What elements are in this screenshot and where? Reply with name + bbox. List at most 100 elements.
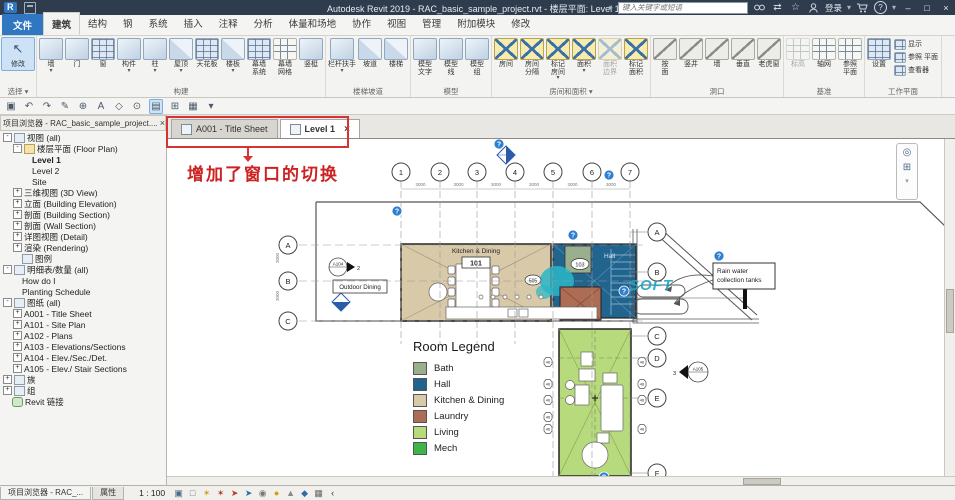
temporary-hide-icon[interactable]: ◉ bbox=[257, 488, 268, 499]
wall-button[interactable]: 墙 ▾ bbox=[38, 37, 64, 74]
view-scale[interactable]: 1 : 100 bbox=[139, 488, 165, 498]
file-tab[interactable]: 文件 bbox=[2, 14, 44, 35]
tree-item-a001-title-sheet[interactable]: + A001 - Title Sheet bbox=[0, 308, 166, 319]
text-icon[interactable]: A bbox=[95, 100, 107, 113]
horizontal-scroll-thumb[interactable] bbox=[743, 478, 781, 485]
search-expand-icon[interactable]: ▸ bbox=[609, 3, 613, 12]
ramp-button[interactable]: 坡道 bbox=[357, 37, 383, 69]
thin-lines-icon[interactable]: ▤ bbox=[149, 98, 163, 114]
tree-item-planting-schedule[interactable]: Planting Schedule bbox=[0, 286, 166, 297]
tree-item-how-do-i[interactable]: How do I bbox=[0, 275, 166, 286]
roof-button[interactable]: 屋顶 ▾ bbox=[168, 37, 194, 74]
view-tab-level-1[interactable]: Level 1 × bbox=[279, 119, 360, 138]
login-caret-icon[interactable]: ▾ bbox=[847, 3, 851, 12]
ribbon-group-label[interactable]: 基准 bbox=[785, 86, 863, 97]
ribbon-tab-协作[interactable]: 协作 bbox=[344, 12, 379, 35]
analytical-icon[interactable]: ▦ bbox=[313, 488, 324, 499]
ref-plane-button[interactable]: 参照 平面 bbox=[837, 37, 863, 76]
dormer-button[interactable]: 老虎窗 bbox=[756, 37, 782, 69]
expand-icon[interactable]: + bbox=[3, 375, 12, 384]
area-button[interactable]: 面积 ▾ bbox=[571, 37, 597, 74]
vertical-scrollbar[interactable] bbox=[944, 139, 955, 476]
ribbon-tab-建筑[interactable]: 建筑 bbox=[43, 12, 81, 35]
curtain-grid-button[interactable]: 幕墙 网格 bbox=[272, 37, 298, 76]
viewer-button[interactable]: 查看器 bbox=[894, 64, 938, 77]
tree-item-level-1[interactable]: Level 1 bbox=[0, 154, 166, 165]
shadows-icon[interactable]: ✶ bbox=[215, 488, 226, 499]
tree-item--rendering-[interactable]: + 渲染 (Rendering) bbox=[0, 242, 166, 253]
minimize-button[interactable]: – bbox=[901, 2, 915, 14]
expand-icon[interactable]: + bbox=[13, 320, 22, 329]
ribbon-group-label[interactable]: 楼梯坡道 bbox=[327, 86, 409, 97]
print-icon[interactable]: ✎ bbox=[59, 100, 71, 113]
set-workplane-button[interactable]: 设置 bbox=[866, 37, 892, 69]
tree-item--all-[interactable]: - 图纸 (all) bbox=[0, 297, 166, 308]
model-line-button[interactable]: 模型 线 bbox=[438, 37, 464, 76]
ribbon-tab-体量和场地[interactable]: 体量和场地 bbox=[281, 12, 345, 35]
ribbon-group-label[interactable]: 工作平面 bbox=[866, 86, 940, 97]
vertical-opening-button[interactable]: 垂直 bbox=[730, 37, 756, 69]
ribbon-tab-钢[interactable]: 钢 bbox=[115, 12, 141, 35]
modify-cursor-button[interactable]: ↖ 修改 bbox=[1, 37, 35, 71]
redo-icon[interactable]: ↷ bbox=[41, 100, 53, 113]
expand-icon[interactable]: + bbox=[13, 331, 22, 340]
component-button[interactable]: 构件 ▾ bbox=[116, 37, 142, 74]
view-tab-close-icon[interactable]: × bbox=[344, 124, 350, 135]
expand-icon[interactable]: + bbox=[13, 199, 22, 208]
tree-item--floor-plan-[interactable]: - 楼层平面 (Floor Plan) bbox=[0, 143, 166, 154]
room-separator-button[interactable]: 房间 分隔 bbox=[519, 37, 545, 76]
ribbon-tab-注释[interactable]: 注释 bbox=[211, 12, 246, 35]
expand-icon[interactable]: + bbox=[3, 386, 12, 395]
tree-item-a101-site-plan[interactable]: + A101 - Site Plan bbox=[0, 319, 166, 330]
mullion-button[interactable]: 竖梃 bbox=[298, 37, 324, 69]
opening-by-face-button[interactable]: 按 面 bbox=[652, 37, 678, 76]
bottom-tab-properties[interactable]: 属性 bbox=[92, 486, 125, 500]
model-group-button[interactable]: 模型 组 bbox=[464, 37, 490, 76]
project-browser-header[interactable]: 项目浏览器 - RAC_basic_sample_project.... × bbox=[0, 115, 166, 131]
collapse-icon[interactable]: ‹ bbox=[327, 488, 338, 498]
tree-item--[interactable]: + 族 bbox=[0, 374, 166, 385]
room-button[interactable]: 房间 bbox=[493, 37, 519, 69]
tree-item--building-section-[interactable]: + 剖面 (Building Section) bbox=[0, 209, 166, 220]
tree-item--wall-section-[interactable]: + 剖面 (Wall Section) bbox=[0, 220, 166, 231]
tree-item--all-[interactable]: - 明细表/数量 (all) bbox=[0, 264, 166, 275]
sun-path-icon[interactable]: ✶ bbox=[201, 488, 212, 499]
favorites-star-icon[interactable]: ☆ bbox=[789, 2, 802, 14]
show-workplane-button[interactable]: 显示 bbox=[894, 38, 938, 51]
show-hidden-icon[interactable]: □ bbox=[187, 488, 198, 498]
ribbon-group-label[interactable]: 构建 bbox=[38, 86, 324, 97]
constraints-icon[interactable]: ▲ bbox=[285, 488, 296, 498]
ribbon-group-label[interactable]: 洞口 bbox=[652, 86, 782, 97]
tree-item-site[interactable]: Site bbox=[0, 176, 166, 187]
collapse-icon[interactable]: - bbox=[3, 265, 12, 274]
expand-icon[interactable]: + bbox=[13, 210, 22, 219]
expand-icon[interactable]: + bbox=[13, 232, 22, 241]
tree-item-a105-elev-stair-sections[interactable]: + A105 - Elev./ Stair Sections bbox=[0, 363, 166, 374]
collapse-icon[interactable]: - bbox=[3, 298, 12, 307]
revit-logo-icon[interactable]: R bbox=[4, 2, 17, 13]
help-caret-icon[interactable]: ▾ bbox=[892, 3, 896, 12]
ribbon-tab-插入[interactable]: 插入 bbox=[176, 12, 211, 35]
tree-item--detail-[interactable]: + 详图视图 (Detail) bbox=[0, 231, 166, 242]
tree-item--all-[interactable]: - 视图 (all) bbox=[0, 132, 166, 143]
app-store-cart-icon[interactable] bbox=[856, 2, 869, 14]
exchange-icon[interactable]: ⇄ bbox=[771, 2, 784, 14]
3d-view-icon[interactable]: ◇ bbox=[113, 100, 125, 113]
ribbon-tab-结构[interactable]: 结构 bbox=[80, 12, 115, 35]
switch-windows-icon[interactable]: ⊞ bbox=[169, 100, 181, 113]
search-input[interactable] bbox=[617, 1, 748, 14]
ref-plane-small-button[interactable]: 参照 平面 bbox=[894, 51, 938, 64]
ribbon-tab-系统[interactable]: 系统 bbox=[141, 12, 176, 35]
shaft-button[interactable]: 竖井 bbox=[678, 37, 704, 69]
floor-button[interactable]: 楼板 ▾ bbox=[220, 37, 246, 74]
help-icon[interactable]: ? bbox=[873, 1, 887, 14]
tree-item-a103-elevations-sections[interactable]: + A103 - Elevations/Sections bbox=[0, 341, 166, 352]
tree-item-a104-elev-sec-det-[interactable]: + A104 - Elev./Sec./Det. bbox=[0, 352, 166, 363]
stair-button[interactable]: 楼梯 bbox=[383, 37, 409, 69]
drawing-canvas[interactable]: Rain water collection tanks A104 2 A105 … bbox=[167, 139, 944, 476]
ribbon-tab-分析[interactable]: 分析 bbox=[246, 12, 281, 35]
ribbon-tab-附加模块[interactable]: 附加模块 bbox=[449, 12, 503, 35]
ribbon-tab-修改[interactable]: 修改 bbox=[503, 12, 538, 35]
column-button[interactable]: 柱 ▾ bbox=[142, 37, 168, 74]
curtain-system-button[interactable]: 幕墙 系统 bbox=[246, 37, 272, 76]
